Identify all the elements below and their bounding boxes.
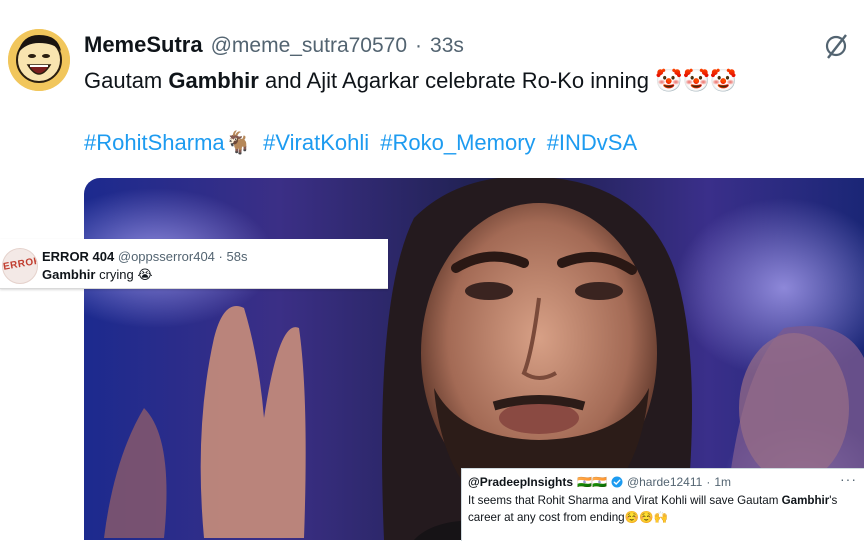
reply-handle[interactable]: @harde12411 xyxy=(627,475,702,489)
post-timestamp[interactable]: 33s xyxy=(430,34,464,58)
post-text-part: Gautam xyxy=(84,68,169,93)
quoted-reply-card-error404[interactable]: ERROR ERROR 404 @oppsserror404 · 58s Gam… xyxy=(0,239,388,289)
quoted-reply-card-pradeep[interactable]: @PradeepInsights 🇮🇳🇮🇳 @harde12411 · 1m ·… xyxy=(461,468,864,541)
reply-timestamp[interactable]: 58s xyxy=(227,249,248,264)
post-text-part: and Ajit Agarkar celebrate Ro-Ko inning … xyxy=(258,68,738,93)
reply-header: @PradeepInsights 🇮🇳🇮🇳 @harde12411 · 1m xyxy=(468,475,731,489)
hashtag-link[interactable]: #ViratKohli xyxy=(263,130,369,155)
author-avatar[interactable] xyxy=(8,29,70,91)
author-display-name[interactable]: MemeSutra xyxy=(84,32,203,58)
reply-header: ERROR 404 @oppsserror404 · 58s xyxy=(42,249,247,264)
grok-icon[interactable] xyxy=(822,32,850,60)
reply-flags: 🇮🇳🇮🇳 xyxy=(577,475,607,489)
hashtag-link[interactable]: #Roko_Memory xyxy=(380,130,535,155)
reply-separator: · xyxy=(218,249,223,264)
post-header: MemeSutra @meme_sutra70570 · 33s xyxy=(84,32,464,62)
reply-display-name[interactable]: @PradeepInsights xyxy=(468,475,573,489)
reply-handle[interactable]: @oppsserror404 xyxy=(118,249,215,264)
avatar-stamp-text: ERROR xyxy=(2,255,38,273)
hashtag-link[interactable]: #INDvSA xyxy=(547,130,637,155)
reply-separator: · xyxy=(706,475,711,489)
reply-avatar[interactable]: ERROR xyxy=(2,248,38,284)
author-handle[interactable]: @meme_sutra70570 xyxy=(211,34,407,58)
post-text-highlight: Gambhir xyxy=(168,68,259,93)
hashtag-link[interactable]: #RohitSharma🐐 xyxy=(84,130,252,155)
reply-text-part: crying 😭 xyxy=(95,267,153,282)
reply-text-highlight: Gambhir xyxy=(42,267,96,282)
reply-text: It seems that Rohit Sharma and Virat Koh… xyxy=(468,492,863,526)
more-options-icon[interactable]: ··· xyxy=(840,471,857,487)
reply-text: Gambhir crying 😭 xyxy=(42,267,153,283)
post-text: Gautam Gambhir and Ajit Agarkar celebrat… xyxy=(84,66,737,96)
header-separator: · xyxy=(415,34,423,57)
reply-timestamp[interactable]: 1m xyxy=(714,475,731,489)
reply-text-highlight: Gambhir xyxy=(781,494,830,507)
hashtag-list: #RohitSharma🐐 #ViratKohli #Roko_Memory #… xyxy=(84,128,637,158)
verified-badge-icon xyxy=(611,476,623,488)
reply-display-name[interactable]: ERROR 404 xyxy=(42,249,114,264)
reply-text-part: It seems that Rohit Sharma and Virat Koh… xyxy=(468,494,782,507)
